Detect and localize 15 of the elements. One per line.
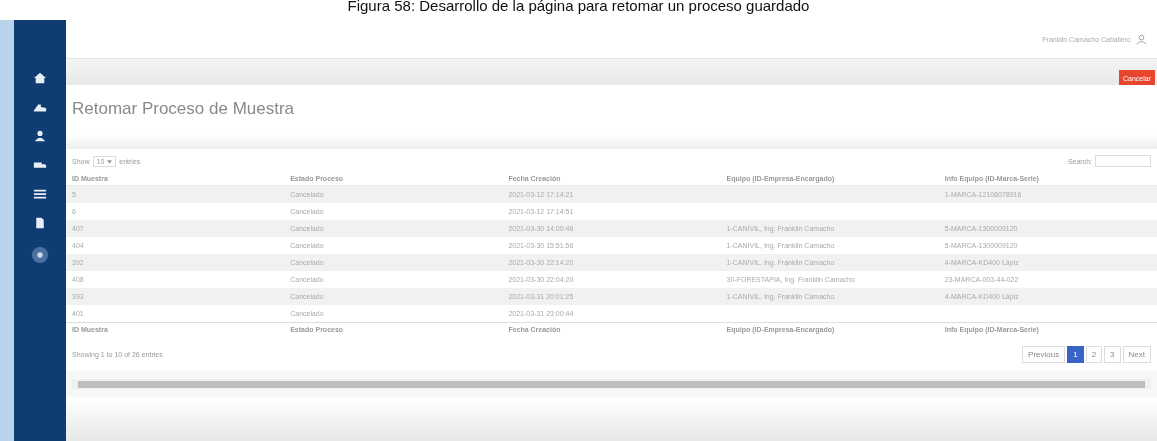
- page-button[interactable]: 3: [1104, 346, 1121, 363]
- list-icon[interactable]: [33, 188, 47, 200]
- figure-caption: Figura 58: Desarrollo de la página para retomar un proceso guardado: [346, 0, 811, 16]
- horizontal-scrollbar[interactable]: [72, 379, 1151, 389]
- circle-icon[interactable]: [31, 246, 49, 264]
- user-icon[interactable]: [33, 130, 47, 142]
- document-icon[interactable]: [33, 217, 47, 229]
- page-button[interactable]: Next: [1122, 346, 1151, 363]
- home-icon[interactable]: [33, 72, 47, 84]
- page-button[interactable]: Previous: [1022, 346, 1066, 363]
- caret-icon: [107, 159, 113, 164]
- search-field[interactable]: [1095, 155, 1151, 167]
- page-button[interactable]: 2: [1085, 346, 1103, 363]
- page-title: Retomar Proceso de Muestra: [66, 85, 1157, 135]
- page-button[interactable]: 1: [1067, 346, 1084, 363]
